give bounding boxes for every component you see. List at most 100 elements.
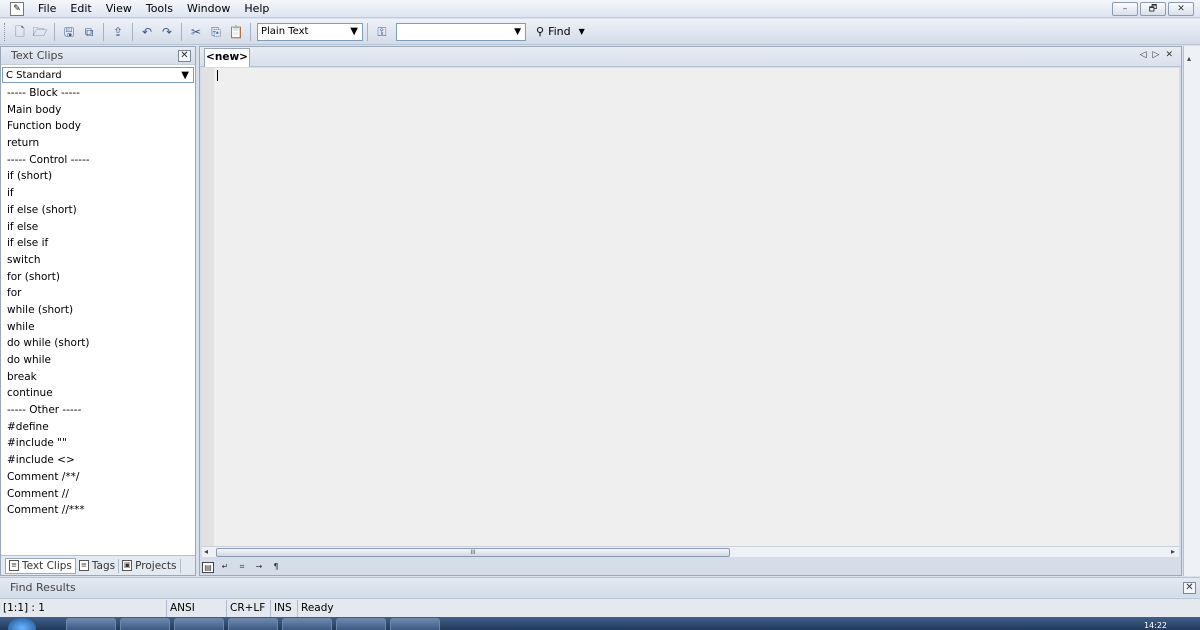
tab-navigation: ◁ ▷ ✕: [1140, 50, 1173, 60]
text-editor[interactable]: [202, 68, 1179, 546]
list-item[interactable]: if else: [7, 219, 195, 236]
vertical-scrollbar[interactable]: ▴: [1183, 46, 1200, 576]
tab-projects[interactable]: ▣ Projects: [119, 558, 181, 573]
text-caret: [217, 70, 218, 81]
tab-text-clips[interactable]: ≡ Text Clips: [5, 557, 76, 574]
list-item[interactable]: if else if: [7, 235, 195, 252]
tray-clock[interactable]: 14:22: [1144, 621, 1167, 630]
cut-icon[interactable]: ✂: [187, 23, 205, 41]
taskbar-item-app[interactable]: [282, 618, 332, 630]
find-button[interactable]: ⚲ Find: [536, 25, 571, 38]
tab-scroll-right-icon[interactable]: ▷: [1153, 50, 1160, 60]
list-item[interactable]: Main body: [7, 102, 195, 119]
menu-edit[interactable]: Edit: [64, 2, 99, 15]
list-item[interactable]: continue: [7, 385, 195, 402]
toolbar-grip[interactable]: [4, 22, 7, 41]
list-item[interactable]: while (short): [7, 302, 195, 319]
list-item[interactable]: ----- Other -----: [7, 402, 195, 419]
list-item[interactable]: Comment /**/: [7, 469, 195, 486]
menu-tools[interactable]: Tools: [140, 2, 181, 15]
tab-new-document[interactable]: <new>: [204, 48, 250, 67]
taskbar-item-browser[interactable]: [66, 618, 116, 630]
menu-bar: ✎ File Edit View Tools Window Help – 🗗 ✕: [0, 0, 1200, 18]
word-wrap-icon[interactable]: ↵: [219, 562, 231, 573]
main-toolbar: 🗋 🗁 🖫 ⧉ ⇪ ↶ ↷ ✂ ⎘ 📋 Plain Text ▼ ⚿ ▼ ⚲ F…: [0, 19, 1200, 45]
open-folder-icon[interactable]: 🗁: [31, 23, 49, 41]
paste-icon[interactable]: 📋: [227, 23, 245, 41]
find-dropdown-icon[interactable]: ▼: [579, 27, 585, 36]
close-panel-icon[interactable]: ✕: [1183, 581, 1196, 594]
scroll-up-icon[interactable]: ▴: [1187, 54, 1191, 63]
close-panel-icon[interactable]: ✕: [178, 49, 191, 62]
list-item[interactable]: Comment //***: [7, 502, 195, 519]
list-item[interactable]: if else (short): [7, 202, 195, 219]
view-mode-buttons: ▤ ↵ ⌗ → ¶: [200, 559, 1179, 575]
list-item[interactable]: do while: [7, 352, 195, 369]
list-item[interactable]: ----- Block -----: [7, 85, 195, 102]
taskbar-item-explorer[interactable]: [120, 618, 170, 630]
taskbar-item-app[interactable]: [174, 618, 224, 630]
list-item[interactable]: switch: [7, 252, 195, 269]
horizontal-scrollbar[interactable]: ◂ III ▸: [202, 546, 1179, 557]
taskbar-item-app[interactable]: [228, 618, 278, 630]
open-project-icon[interactable]: ⇪: [109, 23, 127, 41]
editor-area: <new> ◁ ▷ ✕ ◂ III ▸ ▤ ↵ ⌗ → ¶: [199, 46, 1182, 576]
menu-window[interactable]: Window: [181, 2, 238, 15]
list-item[interactable]: return: [7, 135, 195, 152]
save-all-icon[interactable]: ⧉: [80, 23, 98, 41]
toolbar-separator: [181, 22, 182, 41]
list-item[interactable]: if (short): [7, 168, 195, 185]
close-tab-icon[interactable]: ✕: [1165, 50, 1173, 60]
list-item[interactable]: #define: [7, 419, 195, 436]
scrollbar-thumb[interactable]: III: [216, 548, 730, 557]
tab-tags[interactable]: ≡ Tags: [76, 558, 120, 573]
toolbar-separator: [367, 22, 368, 41]
syntax-language-value: Plain Text: [261, 26, 309, 37]
pilcrow-icon[interactable]: ¶: [270, 562, 282, 573]
toolbar-separator: [250, 22, 251, 41]
normal-view-icon[interactable]: ▤: [202, 561, 214, 573]
toolbar-separator: [103, 22, 104, 41]
list-item[interactable]: ----- Control -----: [7, 152, 195, 169]
search-options-icon[interactable]: ⚿: [373, 23, 391, 41]
save-icon[interactable]: 🖫: [60, 23, 78, 41]
minimize-button[interactable]: –: [1112, 2, 1138, 16]
list-item[interactable]: for (short): [7, 269, 195, 286]
restore-button[interactable]: 🗗: [1140, 2, 1166, 16]
tab-scroll-left-icon[interactable]: ◁: [1140, 50, 1147, 60]
new-file-icon[interactable]: 🗋: [11, 23, 29, 41]
scroll-right-icon[interactable]: ▸: [1171, 547, 1175, 556]
list-item[interactable]: Comment //: [7, 486, 195, 503]
taskbar-item-editor[interactable]: [390, 618, 440, 630]
scroll-left-icon[interactable]: ◂: [204, 547, 208, 556]
show-spaces-icon[interactable]: →: [253, 562, 265, 573]
status-bar: [1:1] : 1 ANSI CR+LF INS Ready: [0, 598, 1200, 617]
list-item[interactable]: #include "": [7, 435, 195, 452]
list-item[interactable]: do while (short): [7, 335, 195, 352]
syntax-language-select[interactable]: Plain Text ▼: [257, 22, 363, 41]
list-item[interactable]: while: [7, 319, 195, 336]
taskbar-item-app[interactable]: [336, 618, 386, 630]
chevron-down-icon: ▼: [350, 26, 358, 37]
list-item[interactable]: if: [7, 185, 195, 202]
line-ending-indicator[interactable]: CR+LF: [227, 599, 271, 617]
encoding-indicator[interactable]: ANSI: [167, 599, 227, 617]
start-button[interactable]: [8, 618, 36, 630]
redo-icon[interactable]: ↷: [158, 23, 176, 41]
list-item[interactable]: for: [7, 285, 195, 302]
copy-icon[interactable]: ⎘: [207, 23, 225, 41]
list-item[interactable]: Function body: [7, 118, 195, 135]
clip-list: ----- Block ----- Main body Function bod…: [1, 85, 195, 519]
list-item[interactable]: #include <>: [7, 452, 195, 469]
insert-mode-indicator[interactable]: INS: [271, 599, 298, 617]
menu-view[interactable]: View: [100, 2, 140, 15]
list-item[interactable]: break: [7, 369, 195, 386]
undo-icon[interactable]: ↶: [138, 23, 156, 41]
menu-file[interactable]: File: [32, 2, 64, 15]
close-window-button[interactable]: ✕: [1168, 2, 1194, 16]
clips-icon: ≡: [9, 560, 19, 571]
show-tabs-icon[interactable]: ⌗: [236, 562, 248, 573]
search-input[interactable]: ▼: [396, 22, 526, 41]
clip-category-select[interactable]: C Standard ▼: [2, 67, 194, 83]
menu-help[interactable]: Help: [238, 2, 277, 15]
